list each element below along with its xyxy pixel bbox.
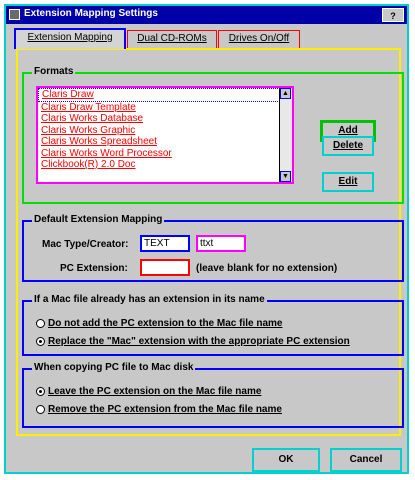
tab-extension-mapping[interactable]: Extension Mapping [14,28,126,49]
window-title: Extension Mapping Settings [24,8,158,19]
delete-button-label: Delete [332,140,363,151]
scroll-down-icon[interactable]: ▼ [280,171,291,182]
mac-type-field[interactable]: TEXT [140,235,190,252]
formats-list[interactable]: Claris Draw Claris Draw Template Claris … [36,86,294,184]
list-item[interactable]: Claris Draw [38,88,292,102]
option-label: Leave the PC extension on the Mac file n… [48,386,262,397]
option-label: Replace the "Mac" extension with the app… [48,336,350,347]
copying-legend: When copying PC file to Mac disk [32,362,196,373]
mac-creator-field[interactable]: ttxt [196,235,246,252]
mac-type-label: Mac Type/Creator: [42,239,129,250]
list-item[interactable]: Claris Works Database [38,113,292,125]
pc-extension-field[interactable] [140,259,190,276]
leave-extension-option[interactable]: Leave the PC extension on the Mac file n… [36,386,261,397]
radio-button[interactable] [36,386,45,396]
tab-drives-on-off[interactable]: Drives On/Off [218,30,300,48]
list-scrollbar[interactable]: ▲ ▼ [279,88,292,182]
scroll-up-icon[interactable]: ▲ [280,88,291,99]
radio-button[interactable] [36,336,45,346]
radio-button[interactable] [36,318,45,328]
copying-group: When copying PC file to Mac disk [22,362,404,428]
title-bar: Extension Mapping Settings ? [6,6,407,24]
list-item[interactable]: Claris Draw Template [38,102,292,114]
replace-extension-option[interactable]: Replace the "Mac" extension with the app… [36,336,350,347]
edit-button[interactable]: Edit [322,172,374,192]
help-button[interactable]: ? [382,8,404,22]
do-not-add-extension-option[interactable]: Do not add the PC extension to the Mac f… [36,318,282,329]
pc-extension-label: PC Extension: [60,263,128,274]
option-label: Remove the PC extension from the Mac fil… [48,404,282,415]
remove-extension-option[interactable]: Remove the PC extension from the Mac fil… [36,404,282,415]
list-item[interactable]: Clickbook(R) 2.0 Doc [38,159,292,171]
delete-button[interactable]: Delete [322,136,374,156]
formats-legend: Formats [32,66,76,77]
tab-label: Drives On/Off [228,33,290,44]
default-mapping-legend: Default Extension Mapping [32,214,165,225]
radio-button[interactable] [36,404,45,414]
add-button-label: Add [338,125,358,136]
edit-button-label: Edit [338,176,358,187]
tab-label: Dual CD-ROMs [137,33,207,44]
ok-button[interactable]: OK [252,448,320,472]
cancel-button[interactable]: Cancel [330,448,402,472]
option-label: Do not add the PC extension to the Mac f… [48,318,283,329]
list-item[interactable]: Claris Works Spreadsheet [38,136,292,148]
list-item[interactable]: Claris Works Word Processor [38,148,292,160]
pc-extension-hint: (leave blank for no extension) [196,263,338,274]
tab-dual-cdroms[interactable]: Dual CD-ROMs [127,30,217,48]
tab-label: Extension Mapping [27,32,113,43]
app-icon [9,9,20,20]
has-extension-legend: If a Mac file already has an extension i… [32,294,267,305]
list-item[interactable]: Claris Works Graphic [38,125,292,137]
